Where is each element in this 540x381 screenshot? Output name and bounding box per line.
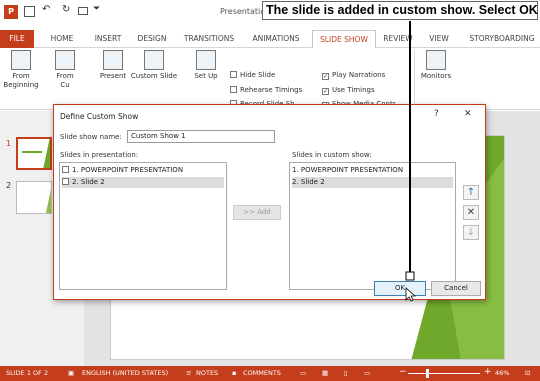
callout-arrow [405, 21, 417, 302]
arrow-endpoint [405, 271, 415, 281]
mouse-cursor-icon [405, 287, 417, 302]
